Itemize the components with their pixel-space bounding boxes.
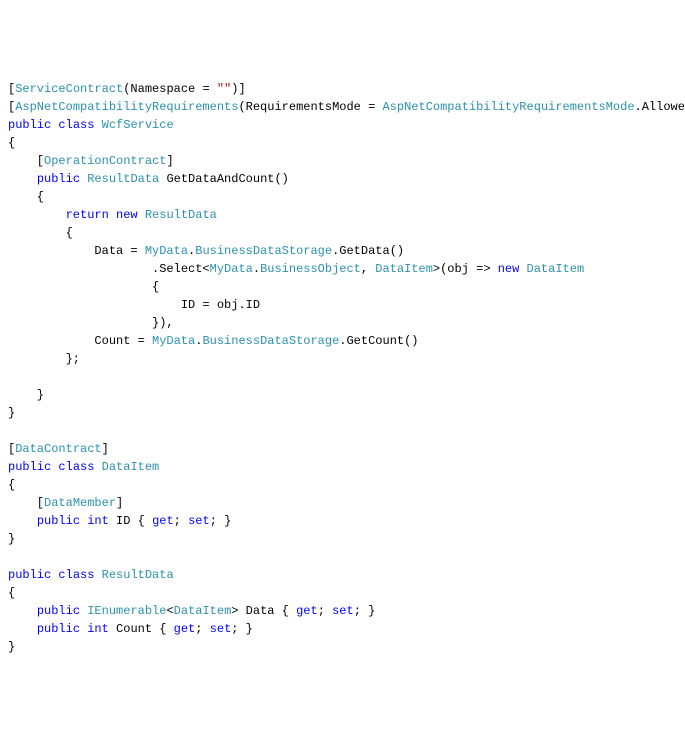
- code-line: }),: [8, 316, 174, 330]
- code-block: [ServiceContract(Namespace = "")] [AspNe…: [8, 80, 677, 656]
- code-line: }: [8, 640, 15, 654]
- code-line: return new ResultData: [8, 208, 217, 222]
- code-line: {: [8, 226, 73, 240]
- code-line: {: [8, 190, 44, 204]
- code-line: Count = MyData.BusinessDataStorage.GetCo…: [8, 334, 419, 348]
- code-line: [DataContract]: [8, 442, 109, 456]
- code-line: [OperationContract]: [8, 154, 174, 168]
- code-line: {: [8, 280, 159, 294]
- code-line: public int Count { get; set; }: [8, 622, 253, 636]
- code-line: {: [8, 586, 15, 600]
- code-line: public class ResultData: [8, 568, 174, 582]
- code-line: {: [8, 478, 15, 492]
- code-line: }: [8, 406, 15, 420]
- code-line: .Select<MyData.BusinessObject, DataItem>…: [8, 262, 584, 276]
- code-line: ID = obj.ID: [8, 298, 260, 312]
- code-line: public int ID { get; set; }: [8, 514, 231, 528]
- code-line: public ResultData GetDataAndCount(): [8, 172, 289, 186]
- code-line: public IEnumerable<DataItem> Data { get;…: [8, 604, 375, 618]
- code-line: [AspNetCompatibilityRequirements(Require…: [8, 100, 685, 114]
- code-line: }: [8, 388, 44, 402]
- code-line: public class WcfService: [8, 118, 174, 132]
- code-line: [DataMember]: [8, 496, 123, 510]
- code-line: public class DataItem: [8, 460, 159, 474]
- code-line: }: [8, 532, 15, 546]
- code-line: [ServiceContract(Namespace = "")]: [8, 82, 246, 96]
- code-line: };: [8, 352, 80, 366]
- code-line: {: [8, 136, 15, 150]
- code-line: Data = MyData.BusinessDataStorage.GetDat…: [8, 244, 404, 258]
